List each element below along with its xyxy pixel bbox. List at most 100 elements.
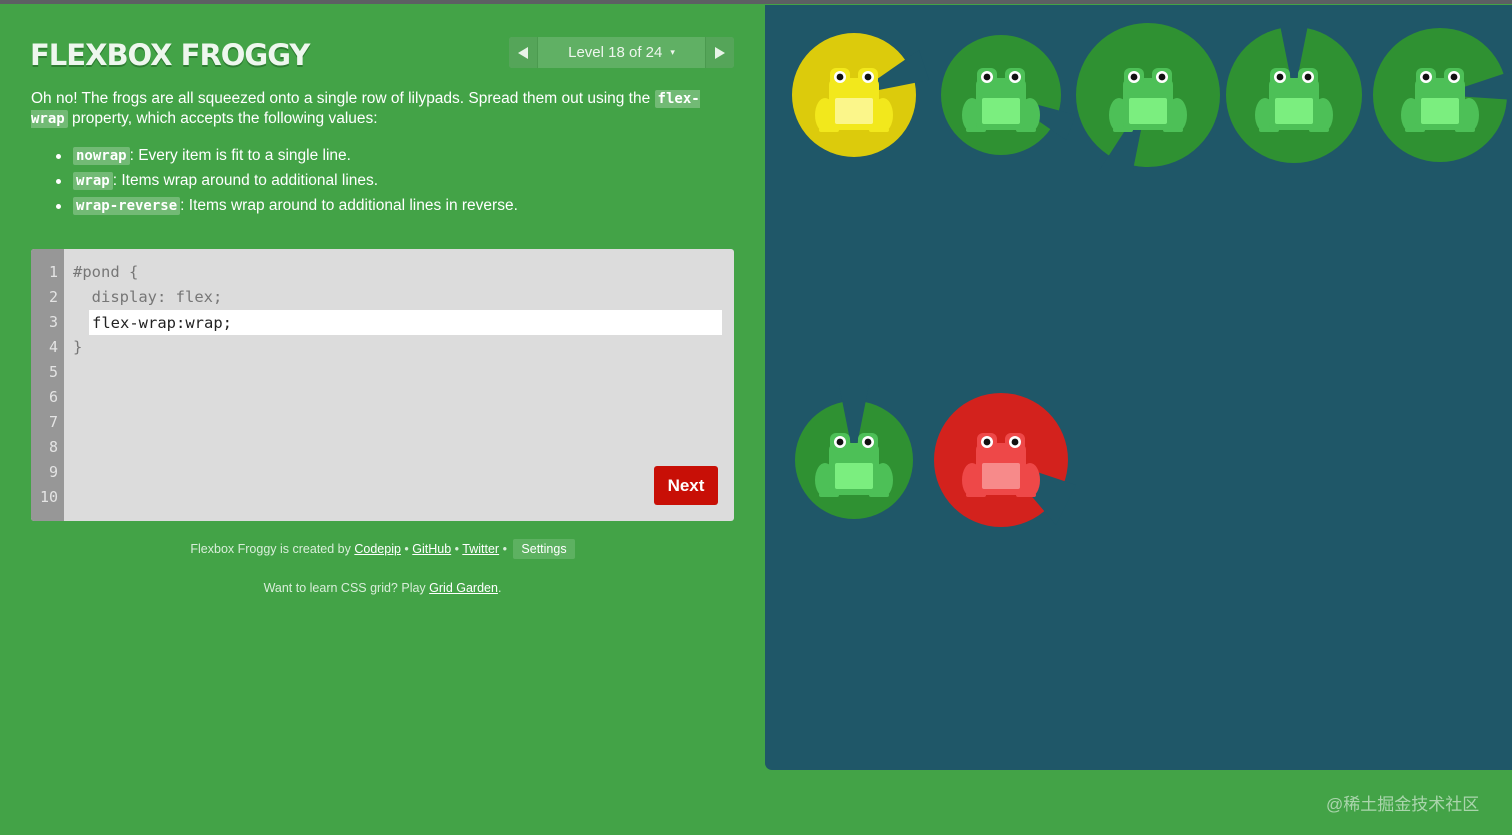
frog-belly [982,98,1020,124]
frog-foot [966,128,986,132]
grid-garden-link[interactable]: Grid Garden [429,581,498,595]
frog-pupil [1011,438,1019,446]
frog-foot [1113,128,1133,132]
css-input[interactable] [89,310,722,335]
app-title: FLEXBOX FROGGY [30,38,310,72]
frog-foot [1016,128,1036,132]
level-label: Level 18 of 24 [568,44,663,61]
frog-pupil [1276,73,1284,81]
list-item: wrap-reverse: Items wrap around to addit… [56,196,518,221]
line-number: 4 [48,338,58,356]
frog-belly [1129,98,1167,124]
promo-prefix: Want to learn CSS grid? Play [263,581,430,595]
frog-on-lilypad-icon [1373,28,1512,162]
frog-belly [1421,98,1459,124]
frog-pupil [864,438,872,446]
separator: • [400,542,413,556]
frog-pupil [836,73,844,81]
frog-foot [1405,128,1425,132]
frog-foot [1259,128,1279,132]
frog-pupil [1422,73,1430,81]
separator: • [451,542,463,556]
values-list: nowrap: Every item is fit to a single li… [56,146,518,221]
frog-pupil [864,73,872,81]
level-navigation: Level 18 of 24 ▾ [509,37,734,68]
list-item: wrap: Items wrap around to additional li… [56,171,518,196]
frog-belly [835,463,873,489]
line-number: 5 [48,363,58,381]
line-number: 6 [48,388,58,406]
value-description: : Items wrap around to additional lines. [112,172,379,189]
settings-button[interactable]: Settings [513,539,575,559]
caret-down-icon: ▾ [670,47,675,57]
twitter-link[interactable]: Twitter [462,542,499,556]
instructions-text-before: Oh no! The frogs are all squeezed onto a… [31,90,655,107]
watermark: @稀土掘金技术社区 [1326,795,1480,814]
frog-pupil [1130,73,1138,81]
triangle-left-icon [518,46,528,59]
lilypad-frog-green [1365,20,1512,170]
credits-prefix: Flexbox Froggy is created by [190,542,355,556]
frog-pupil [983,438,991,446]
lilypad-frog-green [779,385,929,535]
github-link[interactable]: GitHub [412,542,451,556]
instructions-text-after: property, which accepts the following va… [67,110,378,127]
frog-belly [982,463,1020,489]
frog-pupil [983,73,991,81]
frog-pupil [836,438,844,446]
codepip-link[interactable]: Codepip [354,542,401,556]
value-keyword: nowrap [73,147,130,165]
frog-foot [819,493,839,497]
pond [765,5,1512,770]
next-button[interactable]: Next [654,466,718,505]
triangle-right-icon [715,46,725,59]
line-number: 9 [48,463,58,481]
next-level-button[interactable] [705,37,734,68]
promo-suffix: . [497,581,502,595]
frog-belly [1275,98,1313,124]
value-keyword: wrap [73,172,113,190]
line-number: 7 [48,413,58,431]
frog-pupil [1158,73,1166,81]
line-number: 10 [39,488,58,506]
code-line: #pond { [73,263,139,281]
frog-on-lilypad-icon [1076,23,1220,170]
frog-foot [1016,493,1036,497]
code-line: display: flex; [73,288,223,306]
frog-foot [819,128,839,132]
frog-on-lilypad-icon [1226,20,1362,163]
separator: • [499,542,511,556]
frog-on-lilypad-icon [795,385,913,519]
line-number: 2 [48,288,58,306]
value-keyword: wrap-reverse [73,197,181,215]
line-number: 3 [48,313,58,331]
lilypad-frog-yellow [779,20,929,170]
frog-on-lilypad-icon [934,393,1076,527]
line-number: 1 [48,263,58,281]
credits: Flexbox Froggy is created by Codepip • G… [0,539,765,559]
frog-belly [835,98,873,124]
frog-on-lilypad-icon [941,35,1076,155]
frog-foot [869,493,889,497]
frog-foot [1455,128,1475,132]
previous-level-button[interactable] [509,37,538,68]
value-description: : Items wrap around to additional lines … [180,197,518,214]
level-selector[interactable]: Level 18 of 24 ▾ [538,37,705,68]
frog-on-lilypad-icon [792,33,929,157]
lilypad-frog-green [926,20,1076,170]
frog-pupil [1011,73,1019,81]
list-item: nowrap: Every item is fit to a single li… [56,146,518,171]
value-description: : Every item is fit to a single line. [129,147,351,164]
frog-foot [966,493,986,497]
lilypad-frog-red [926,385,1076,535]
frog-foot [1309,128,1329,132]
lilypad-frog-green [1073,20,1223,170]
code-line: } [73,338,83,356]
top-bar [0,0,1512,4]
grid-garden-promo: Want to learn CSS grid? Play Grid Garden… [0,581,765,595]
lilypad-frog-green [1219,20,1369,170]
frog-pupil [1450,73,1458,81]
frog-foot [869,128,889,132]
code-editor: 1 2 3 4 5 6 7 8 9 10 #pond { display: fl… [31,249,734,521]
line-number-gutter: 1 2 3 4 5 6 7 8 9 10 [31,249,64,521]
